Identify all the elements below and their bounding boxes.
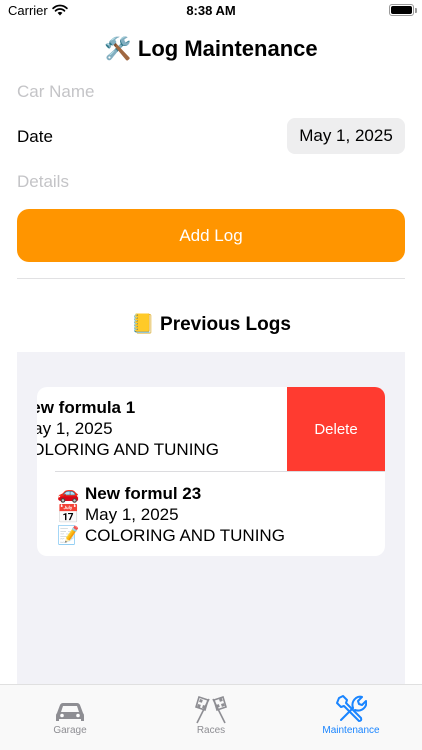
tab-label: Maintenance (322, 725, 380, 736)
status-bar: Carrier 8:38 AM (0, 0, 422, 24)
tab-garage[interactable]: Garage (0, 691, 140, 745)
log-date: May 1, 2025 (37, 419, 113, 438)
tab-bar: Garage Races Maintenance (0, 684, 422, 750)
date-label: Date (17, 127, 53, 146)
notebook-icon: 📒 (131, 314, 155, 335)
divider (17, 278, 405, 279)
log-car-name: New formul 23 (85, 484, 202, 503)
list-item[interactable]: 🚗 New formul 23 📅 May 1, 2025 📝 COLORING AN… (37, 472, 385, 556)
log-car-name: New formula 1 (37, 398, 136, 417)
previous-logs-title: Previous Logs (160, 314, 291, 335)
log-entry-content: 🚗 New formul 23 📅 May 1, 2025 📝 COLORING AN… (57, 483, 285, 546)
checkered-flags-icon (141, 691, 281, 725)
car-icon (0, 691, 140, 725)
list-item[interactable]: 🚗New formula 1 📅May 1, 2025 📝COLORING AN… (37, 387, 385, 472)
status-time: 8:38 AM (186, 3, 236, 18)
page-title: 🛠️ Log Maintenance (0, 36, 422, 62)
delete-button[interactable]: Delete (287, 387, 385, 472)
calendar-icon: 📅 (57, 504, 80, 524)
log-details: COLORING AND TUNING (85, 526, 285, 545)
tab-label: Garage (53, 725, 87, 736)
tab-maintenance[interactable]: Maintenance (281, 691, 421, 745)
wrench-screwdriver-icon (281, 691, 421, 725)
log-entry-content: 🚗New formula 1 📅May 1, 2025 📝COLORING AN… (37, 397, 219, 460)
tools-icon: 🛠️ (104, 36, 132, 61)
log-details: COLORING AND TUNING (37, 440, 219, 459)
logs-card: 🚗 New formula 1 📅 May 1, 2025 📝 COLORING AN… (37, 387, 385, 556)
date-picker[interactable]: May 1, 2025 (287, 118, 405, 154)
page-title-text: Log Maintenance (137, 36, 318, 61)
car-name-input[interactable]: Car Name (17, 82, 94, 102)
details-input[interactable]: Details (17, 172, 69, 192)
tab-label: Races (196, 725, 226, 736)
tab-races[interactable]: Races (141, 691, 281, 745)
battery-icon (389, 4, 417, 16)
add-log-button[interactable]: Add Log (17, 209, 405, 262)
memo-icon: 📝 (57, 525, 80, 545)
log-date: May 1, 2025 (85, 505, 179, 524)
previous-logs-heading: 📒 Previous Logs (0, 312, 422, 336)
car-icon: 🚗 (57, 483, 80, 503)
